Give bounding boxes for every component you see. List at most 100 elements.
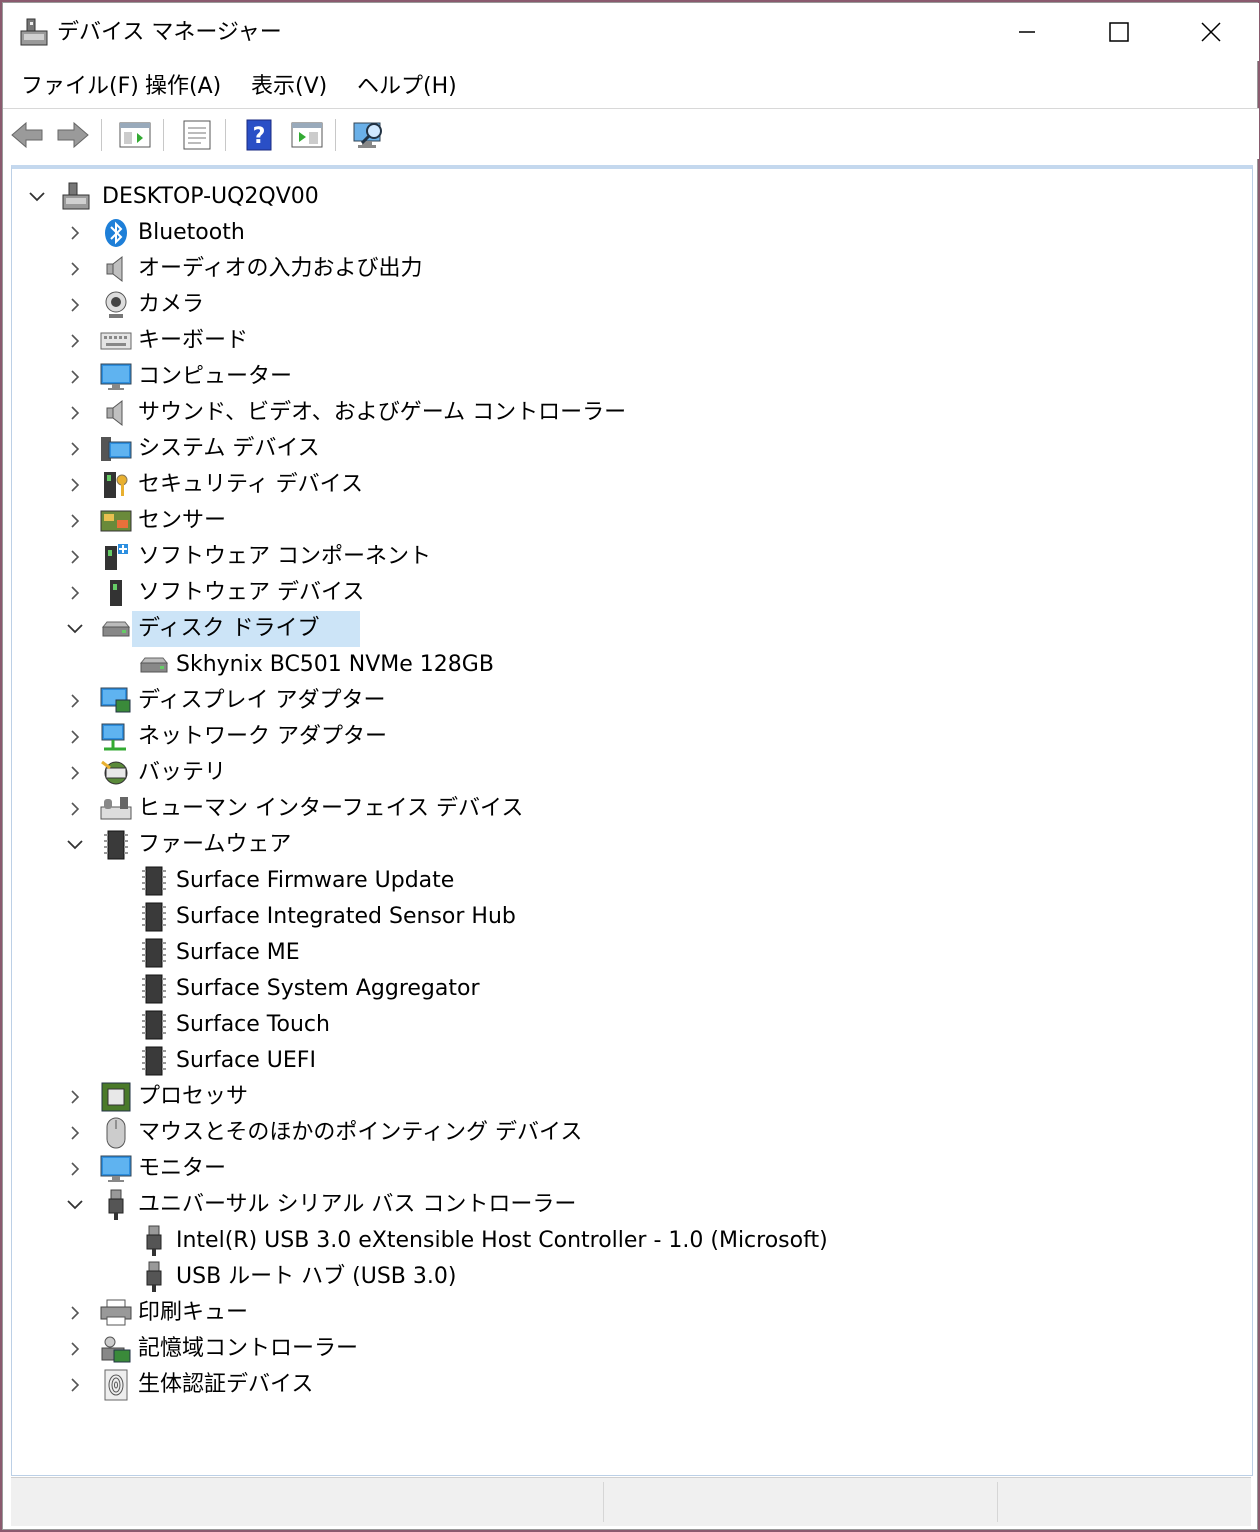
minimize-button[interactable]	[981, 3, 1073, 61]
chevron-right-icon[interactable]	[66, 1124, 84, 1142]
usb-icon	[138, 1225, 170, 1257]
title-bar[interactable]: デバイス マネージャー	[3, 3, 1259, 61]
scan-icon[interactable]	[351, 117, 387, 153]
tree-device[interactable]: Intel(R) USB 3.0 eXtensible Host Control…	[12, 1223, 1242, 1259]
device-tree[interactable]: DESKTOP-UQ2QV00 Bluetooth オーディオの入力および出力 カメラ…	[11, 165, 1253, 1476]
forward-icon[interactable]	[55, 117, 91, 153]
tree-item-label: Surface ME	[176, 940, 300, 965]
tree-device[interactable]: Surface Integrated Sensor Hub	[12, 899, 1242, 935]
bluetooth-icon	[100, 217, 132, 249]
tree-item-label: 記憶域コントローラー	[138, 1336, 359, 1361]
chevron-right-icon[interactable]	[66, 476, 84, 494]
chevron-right-icon[interactable]	[66, 332, 84, 350]
tree-category[interactable]: セキュリティ デバイス	[12, 467, 1242, 503]
speaker-icon	[100, 253, 132, 285]
chevron-right-icon[interactable]	[66, 728, 84, 746]
menu-help[interactable]: ヘルプ(H)	[357, 71, 457, 103]
tree-item-label: プロセッサ	[138, 1084, 249, 1109]
tree-category[interactable]: キーボード	[12, 323, 1242, 359]
tree-category[interactable]: プロセッサ	[12, 1079, 1242, 1115]
tree-item-label: ディスク ドライブ	[138, 616, 320, 641]
tree-category[interactable]: バッテリ	[12, 755, 1242, 791]
chevron-right-icon[interactable]	[66, 1376, 84, 1394]
tree-category[interactable]: 生体認証デバイス	[12, 1367, 1242, 1403]
help-icon[interactable]: ?	[241, 117, 277, 153]
menu-view[interactable]: 表示(V)	[251, 71, 327, 103]
tree-category[interactable]: コンピューター	[12, 359, 1242, 395]
tree-category[interactable]: オーディオの入力および出力	[12, 251, 1242, 287]
maximize-button[interactable]	[1073, 3, 1165, 61]
tree-category[interactable]: 印刷キュー	[12, 1295, 1242, 1331]
tree-device[interactable]: USB ルート ハブ (USB 3.0)	[12, 1259, 1242, 1295]
chevron-right-icon[interactable]	[66, 584, 84, 602]
tree-category[interactable]: ファームウェア	[12, 827, 1242, 863]
menu-file[interactable]: ファイル(F)	[21, 71, 139, 103]
tree-item-label: Surface UEFI	[176, 1048, 316, 1073]
chevron-down-icon[interactable]	[66, 1196, 84, 1214]
tree-device[interactable]: Surface ME	[12, 935, 1242, 971]
tree-category[interactable]: Bluetooth	[12, 215, 1242, 251]
chevron-right-icon[interactable]	[66, 692, 84, 710]
chevron-right-icon[interactable]	[66, 548, 84, 566]
tree-category[interactable]: ソフトウェア コンポーネント	[12, 539, 1242, 575]
tree-category[interactable]: 記憶域コントローラー	[12, 1331, 1242, 1367]
chevron-right-icon[interactable]	[66, 440, 84, 458]
svg-text:?: ?	[253, 124, 266, 149]
tree-device[interactable]: Surface System Aggregator	[12, 971, 1242, 1007]
tree-category[interactable]: マウスとそのほかのポインティング デバイス	[12, 1115, 1242, 1151]
tree-item-label: ソフトウェア デバイス	[138, 580, 365, 605]
tree-category[interactable]: ディスク ドライブ	[12, 611, 1242, 647]
tree-root-computer[interactable]: DESKTOP-UQ2QV00	[12, 179, 1242, 215]
chevron-right-icon[interactable]	[66, 404, 84, 422]
device-manager-icon	[19, 17, 49, 49]
tree-category[interactable]: ネットワーク アダプター	[12, 719, 1242, 755]
menu-action[interactable]: 操作(A)	[145, 71, 221, 103]
chevron-right-icon[interactable]	[66, 1088, 84, 1106]
tree-item-label: Skhynix BC501 NVMe 128GB	[176, 652, 494, 677]
fingerprint-icon	[100, 1369, 132, 1401]
chevron-right-icon[interactable]	[66, 296, 84, 314]
properties-pane-icon[interactable]	[117, 117, 153, 153]
run-icon[interactable]	[289, 117, 325, 153]
chevron-right-icon[interactable]	[66, 260, 84, 278]
tree-item-label: 印刷キュー	[138, 1300, 249, 1325]
tree-item-label: ヒューマン インターフェイス デバイス	[138, 796, 524, 821]
chevron-down-icon[interactable]	[28, 188, 46, 206]
tree-item-label: Surface Firmware Update	[176, 868, 455, 893]
chevron-right-icon[interactable]	[66, 512, 84, 530]
back-icon[interactable]	[9, 117, 45, 153]
tree-device[interactable]: Surface UEFI	[12, 1043, 1242, 1079]
tree-category[interactable]: モニター	[12, 1151, 1242, 1187]
close-button[interactable]	[1165, 3, 1257, 61]
tree-device[interactable]: Surface Firmware Update	[12, 863, 1242, 899]
chevron-down-icon[interactable]	[66, 620, 84, 638]
chevron-right-icon[interactable]	[66, 800, 84, 818]
chevron-right-icon[interactable]	[66, 764, 84, 782]
tree-category[interactable]: ディスプレイ アダプター	[12, 683, 1242, 719]
tree-category[interactable]: ユニバーサル シリアル バス コントローラー	[12, 1187, 1242, 1223]
status-separator	[603, 1482, 604, 1522]
properties-icon[interactable]	[179, 117, 215, 153]
chevron-right-icon[interactable]	[66, 1160, 84, 1178]
chevron-right-icon[interactable]	[66, 224, 84, 242]
tree-category[interactable]: システム デバイス	[12, 431, 1242, 467]
chip-icon	[138, 937, 170, 969]
chip-icon	[138, 865, 170, 897]
tree-category[interactable]: ヒューマン インターフェイス デバイス	[12, 791, 1242, 827]
tree-item-label: コンピューター	[138, 364, 293, 389]
tree-category[interactable]: ソフトウェア デバイス	[12, 575, 1242, 611]
chevron-right-icon[interactable]	[66, 368, 84, 386]
tree-category[interactable]: カメラ	[12, 287, 1242, 323]
chevron-right-icon[interactable]	[66, 1340, 84, 1358]
tree-category[interactable]: サウンド、ビデオ、およびゲーム コントローラー	[12, 395, 1242, 431]
monitor-icon	[100, 1153, 132, 1185]
chevron-right-icon[interactable]	[66, 1304, 84, 1322]
tree-item-label: Intel(R) USB 3.0 eXtensible Host Control…	[176, 1228, 828, 1253]
sensor-icon	[100, 505, 132, 537]
tree-category[interactable]: センサー	[12, 503, 1242, 539]
tree-item-label: Surface Integrated Sensor Hub	[176, 904, 516, 929]
chevron-down-icon[interactable]	[66, 836, 84, 854]
chip-icon	[138, 1045, 170, 1077]
tree-device[interactable]: Skhynix BC501 NVMe 128GB	[12, 647, 1242, 683]
tree-device[interactable]: Surface Touch	[12, 1007, 1242, 1043]
